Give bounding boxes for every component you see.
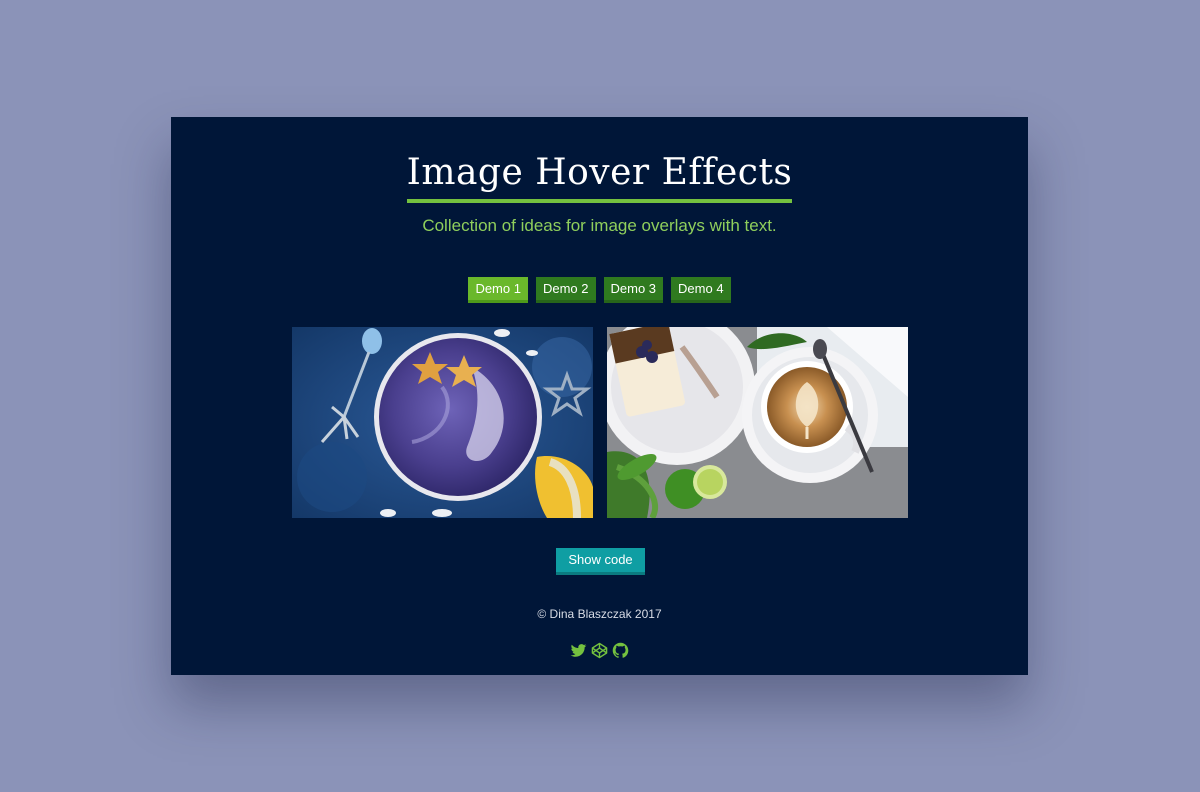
page-title: Image Hover Effects [406,153,793,203]
page-header: Image Hover Effects [171,153,1028,203]
demo-nav: Demo 1 Demo 2 Demo 3 Demo 4 [171,277,1028,303]
demo-1-button[interactable]: Demo 1 [468,277,528,303]
demo-3-button[interactable]: Demo 3 [603,277,664,303]
social-links [171,642,1028,659]
page-subtitle: Collection of ideas for image overlays w… [422,216,777,235]
github-icon[interactable] [612,642,629,659]
show-code-button[interactable]: Show code [556,548,645,575]
main-card: Image Hover Effects Collection of ideas … [171,117,1028,675]
image-gallery [292,327,908,518]
codepen-icon[interactable] [591,642,608,659]
latte-cake-image[interactable] [607,327,908,518]
smoothie-bowl-image[interactable] [292,327,593,518]
twitter-icon[interactable] [570,642,587,659]
copyright-text: © Dina Blaszczak 2017 [537,607,662,621]
demo-2-button[interactable]: Demo 2 [535,277,596,303]
demo-4-button[interactable]: Demo 4 [671,277,731,303]
